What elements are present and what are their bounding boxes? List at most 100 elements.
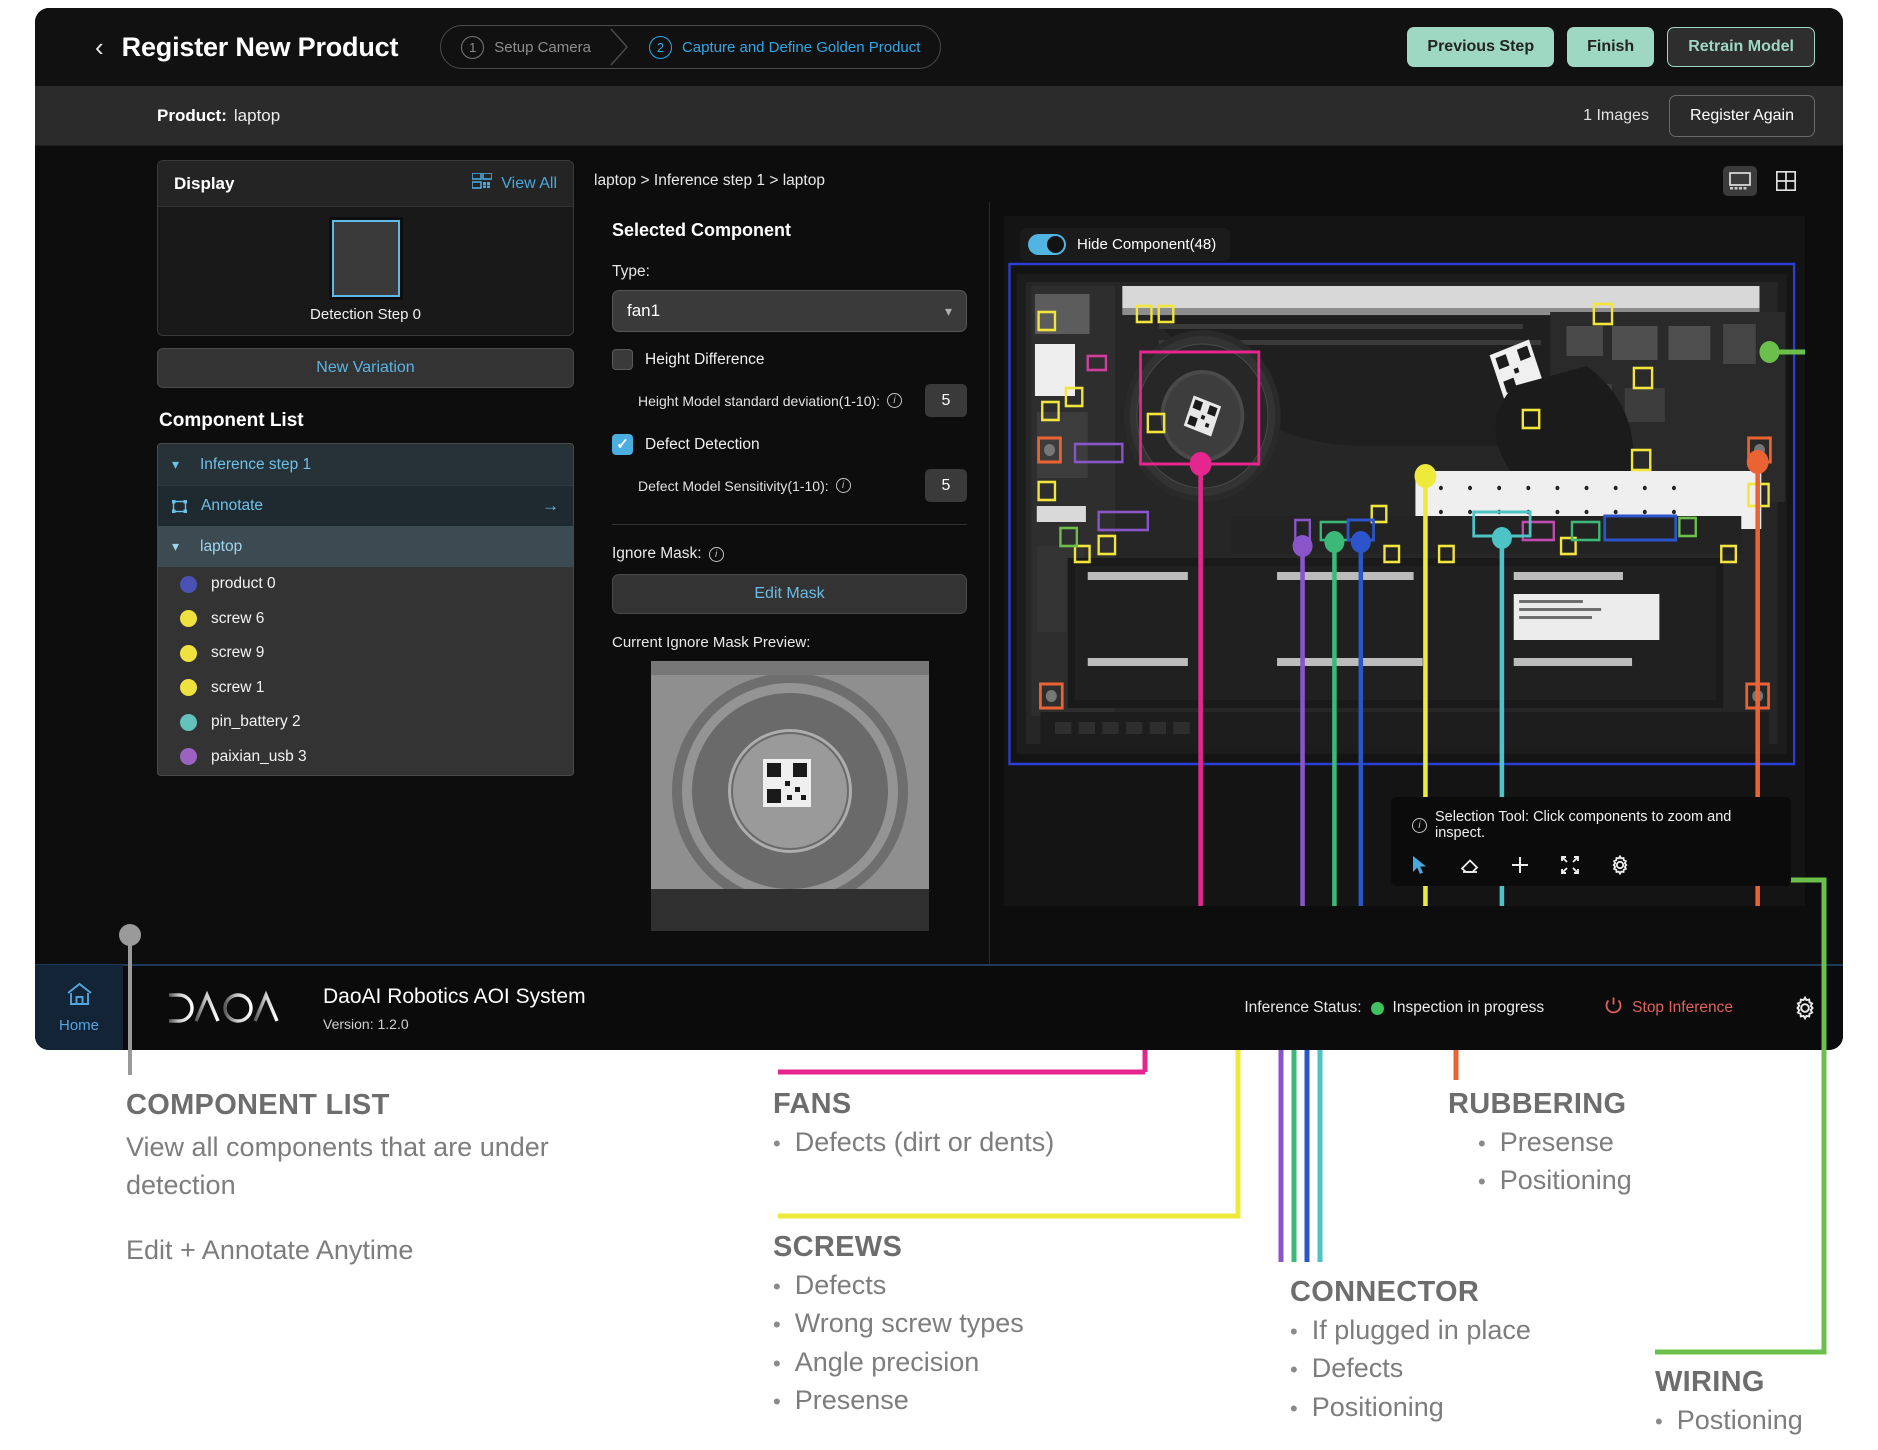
callout-bullet: If plugged in place [1312,1311,1531,1349]
content-row: Selected Component Type: fan1 ▾ Height D… [590,202,1817,972]
step-label: Setup Camera [494,39,591,56]
home-icon [66,982,93,1012]
eraser-icon[interactable] [1459,854,1481,876]
app-footer: Home [35,964,1843,1050]
left-sidebar: Display View A [157,160,574,972]
component-list-box: ▾ Inference step 1 [157,443,574,776]
arrow-right-icon[interactable]: → [542,496,559,516]
inference-status: Inference Status: Inspection in progress [1244,999,1544,1017]
cursor-pointer-icon[interactable] [1409,854,1431,876]
list-item[interactable]: screw 6 [158,602,573,637]
selection-tool-tooltip: i Selection Tool: Click components to zo… [1391,797,1791,886]
stop-inference-button[interactable]: Stop Inference [1604,996,1733,1020]
tree-label: laptop [200,538,242,556]
callout-bullets: Defects Wrong screw types Angle precisio… [773,1266,1173,1419]
component-color-dot [180,610,197,627]
info-icon[interactable]: i [887,393,902,408]
height-difference-label: Height Difference [645,351,764,369]
info-icon[interactable]: i [709,547,724,562]
callout-bullets: Presense Positioning [1448,1123,1748,1200]
component-label: paixian_usb 3 [211,748,307,766]
view-mode-switch [1723,166,1803,196]
page-title: Register New Product [122,32,399,63]
tree-label: Annotate [201,497,263,515]
list-item[interactable]: screw 9 [158,636,573,671]
app-window: ‹ Register New Product 1 Setup Camera 2 … [35,8,1843,1050]
ignore-mask-preview-label: Current Ignore Mask Preview: [612,634,967,651]
inference-status-label: Inference Status: [1244,999,1361,1017]
info-icon[interactable]: i [836,478,851,493]
finish-button[interactable]: Finish [1567,27,1654,67]
toggle-switch[interactable] [1028,234,1066,255]
power-icon [1604,996,1623,1020]
list-item[interactable]: screw 1 [158,671,573,706]
retrain-model-button[interactable]: Retrain Model [1667,27,1815,67]
callout-bullet: Angle precision [795,1343,980,1381]
ignore-mask-label: Ignore Mask: [612,545,702,563]
gear-icon[interactable] [1793,996,1817,1020]
callout-paragraph: Edit + Annotate Anytime [126,1231,586,1269]
center-column: laptop > Inference step 1 > laptop [590,160,1817,972]
tree-action-annotate[interactable]: Annotate → [158,485,573,526]
height-difference-checkbox[interactable] [612,349,633,370]
callout-title: SCREWS [773,1231,1173,1264]
brand-text: DaoAI Robotics AOI System Version: 1.2.0 [323,985,586,1032]
tree-group-laptop[interactable]: ▾ laptop [158,526,573,567]
fit-screen-icon[interactable] [1559,854,1581,876]
stop-inference-label: Stop Inference [1632,999,1733,1017]
ignore-mask-label-row: Ignore Mask: i [612,545,967,563]
height-difference-checkbox-row[interactable]: Height Difference [612,349,967,370]
view-all-button[interactable]: View All [472,173,557,194]
detection-step-thumbnail[interactable] [332,220,400,297]
callout-bullet: Wrong screw types [795,1304,1024,1342]
home-button[interactable]: Home [35,965,123,1050]
single-view-icon[interactable] [1723,166,1757,196]
selected-component-panel: Selected Component Type: fan1 ▾ Height D… [590,202,990,972]
tree-group-inference-step-1[interactable]: ▾ Inference step 1 [158,444,573,485]
list-item[interactable]: paixian_usb 3 [158,740,573,775]
brand-block: DaoAI Robotics AOI System Version: 1.2.0 [165,985,586,1032]
hide-component-toggle[interactable]: Hide Component(48) [1020,228,1230,261]
callout-bullet: Defects (dirt or dents) [795,1123,1055,1161]
chevron-left-icon[interactable]: ‹ [95,34,104,60]
plus-icon[interactable] [1509,854,1531,876]
viewer-stage[interactable]: Hide Component(48) [1004,216,1805,906]
callout-bullet: Defects [1312,1349,1404,1387]
step-capture-golden-product[interactable]: 2 Capture and Define Golden Product [633,26,936,68]
callout-component-list: COMPONENT LIST View all components that … [126,1089,586,1269]
defect-detection-checkbox-row[interactable]: Defect Detection [612,434,967,455]
home-label: Home [59,1017,99,1034]
callout-title: CONNECTOR [1290,1276,1670,1309]
callout-connector: CONNECTOR If plugged in place Defects Po… [1290,1276,1670,1426]
callout-bullets: If plugged in place Defects Positioning [1290,1311,1670,1426]
gear-icon[interactable] [1609,854,1631,876]
component-type-select[interactable]: fan1 ▾ [612,290,967,332]
previous-step-button[interactable]: Previous Step [1407,27,1554,67]
defect-model-value[interactable]: 5 [925,469,967,502]
list-item[interactable]: screw 7 [158,774,573,776]
list-item[interactable]: pin_battery 2 [158,705,573,740]
step-number: 2 [649,36,672,59]
list-item[interactable]: product 0 [158,567,573,602]
step-setup-camera[interactable]: 1 Setup Camera [445,26,607,68]
component-label: pin_battery 2 [211,713,301,731]
height-model-param-row: Height Model standard deviation(1-10): i… [612,384,967,417]
type-label: Type: [612,263,967,281]
height-model-value[interactable]: 5 [925,384,967,417]
defect-detection-checkbox[interactable] [612,434,633,455]
component-label: screw 9 [211,644,264,662]
callout-rubbering: RUBBERING Presense Positioning [1448,1088,1748,1200]
tooltip-text: Selection Tool: Click components to zoom… [1435,809,1775,841]
callout-bullet: Positioning [1500,1161,1632,1199]
tree-label: Inference step 1 [200,456,311,474]
component-color-dot [180,714,197,731]
component-color-dot [180,576,197,593]
component-list-title: Component List [159,410,574,432]
new-variation-button[interactable]: New Variation [157,348,574,388]
register-again-button[interactable]: Register Again [1669,95,1815,137]
edit-mask-button[interactable]: Edit Mask [612,574,967,614]
grid-layout-icon[interactable] [1769,166,1803,196]
product-label: Product: [157,106,227,126]
brand-version: Version: 1.2.0 [323,1016,586,1032]
page-root: ‹ Register New Product 1 Setup Camera 2 … [0,0,1878,1450]
